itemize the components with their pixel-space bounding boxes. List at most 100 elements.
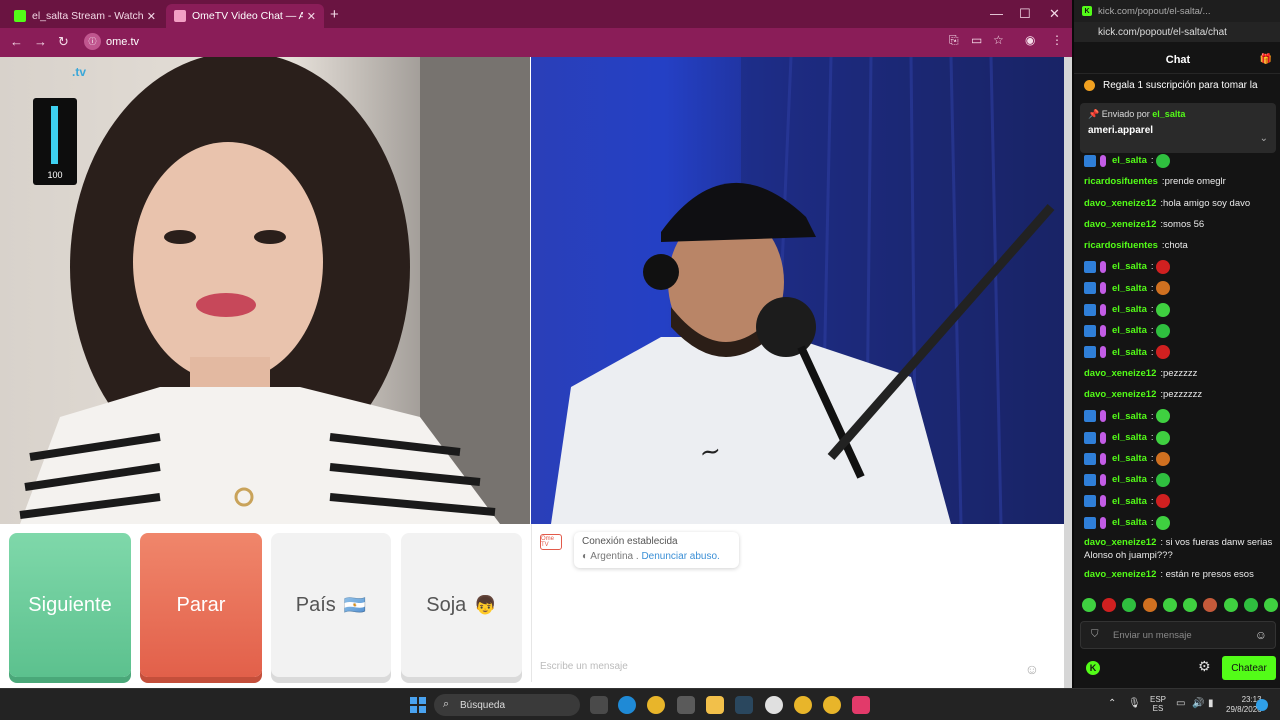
close-tab-icon[interactable]: ✕ xyxy=(307,10,316,23)
chat-separator: : xyxy=(1150,453,1154,465)
emote-icon[interactable] xyxy=(1162,598,1177,612)
send-chat-button[interactable]: Chatear xyxy=(1222,656,1276,680)
message-input[interactable]: Escribe un mensaje ☺ xyxy=(540,661,1045,679)
next-button[interactable]: Siguiente xyxy=(9,533,131,677)
chat-text: chota xyxy=(1164,240,1188,252)
keyboard-code: ES xyxy=(1152,704,1164,713)
gift-coin-icon xyxy=(1084,80,1095,91)
chat-username[interactable]: davo_xeneize12 xyxy=(1084,384,1156,405)
broadcaster-badge-icon xyxy=(1100,154,1106,167)
translate-icon[interactable]: ⎘ xyxy=(949,33,959,48)
chat-separator: : xyxy=(1150,155,1154,166)
file-explorer-icon[interactable] xyxy=(706,696,724,714)
emote-icon[interactable] xyxy=(1263,598,1278,612)
tiktok-icon[interactable] xyxy=(852,696,870,714)
tab-title: OmeTV Video Chat — Alter xyxy=(192,10,303,22)
chat-username[interactable]: el_salta xyxy=(1112,278,1147,299)
emote-icon[interactable] xyxy=(1082,598,1096,612)
forward-icon[interactable]: → xyxy=(34,34,47,49)
chrome-profile-icon[interactable] xyxy=(794,696,812,714)
close-tab-icon[interactable]: ✕ xyxy=(147,10,156,23)
minimize-icon[interactable]: — xyxy=(990,6,1003,21)
boy-face-icon: 👦 xyxy=(474,594,497,615)
chat-username[interactable]: el_salta xyxy=(1112,491,1147,512)
tray-chevron-icon[interactable]: ⌃ xyxy=(1108,698,1116,709)
input-language[interactable]: ESP ES xyxy=(1150,695,1166,713)
emoji-picker-icon[interactable]: ☺ xyxy=(1255,628,1267,642)
close-window-icon[interactable]: ✕ xyxy=(1049,6,1060,22)
chat-username[interactable]: davo_xeneize12 xyxy=(1084,569,1156,580)
gift-icon[interactable]: 🎁 xyxy=(1260,54,1272,65)
menu-kebab-icon[interactable]: ⋮ xyxy=(1051,33,1063,47)
chat-username[interactable]: el_salta xyxy=(1112,256,1147,277)
chat-username[interactable]: el_salta xyxy=(1112,427,1147,448)
stop-button[interactable]: Parar xyxy=(140,533,262,677)
tab-ometv[interactable]: OmeTV Video Chat — Alter ✕ xyxy=(166,4,324,28)
obs-icon[interactable] xyxy=(765,696,783,714)
chrome-icon[interactable] xyxy=(647,696,665,714)
chat-username[interactable]: davo_xeneize12 xyxy=(1084,363,1156,384)
gift-sub-banner[interactable]: Regala 1 suscripción para tomar la xyxy=(1084,80,1280,91)
emoji-icon[interactable]: ☺ xyxy=(1025,661,1039,677)
report-abuse-link[interactable]: Denunciar abuso. xyxy=(641,551,719,562)
store-icon[interactable] xyxy=(677,696,695,714)
emote-icon[interactable] xyxy=(1203,598,1218,612)
pinned-message[interactable]: 📌 Enviado por el_salta ameri.apparel ⌄ xyxy=(1080,103,1276,153)
emote-icon[interactable] xyxy=(1243,598,1258,612)
notification-icon[interactable] xyxy=(1256,699,1268,711)
language-code: ESP xyxy=(1150,695,1167,704)
ometv-badge-icon: Ome TV xyxy=(540,534,562,550)
chat-username[interactable]: el_salta xyxy=(1112,320,1147,341)
network-icon[interactable]: ▭ xyxy=(1176,698,1185,709)
country-filter-button[interactable]: País 🇦🇷 xyxy=(271,533,391,677)
address-bar[interactable]: ome.tv xyxy=(106,36,139,48)
taskbar-search[interactable]: ⌕ Búsqueda xyxy=(434,694,580,716)
profile-icon[interactable]: ◉ xyxy=(1025,33,1035,47)
kick-address-bar[interactable]: kick.com/popout/el-salta/chat xyxy=(1074,22,1280,42)
edge-icon[interactable] xyxy=(618,696,636,714)
volume-icon[interactable]: 🔊 xyxy=(1192,698,1204,709)
emote-icon[interactable] xyxy=(1102,598,1117,612)
chat-username[interactable]: davo_xeneize12 xyxy=(1084,214,1156,235)
bookmark-star-icon[interactable]: ☆ xyxy=(993,33,1004,47)
kick-logo-icon[interactable]: K xyxy=(1086,661,1100,675)
gender-filter-button[interactable]: Soja 👦 xyxy=(401,533,522,677)
emote-icon[interactable] xyxy=(1183,598,1198,612)
battery-icon[interactable]: ▮ xyxy=(1208,698,1214,709)
chat-username[interactable]: ricardosifuentes xyxy=(1084,171,1158,192)
gear-icon[interactable]: ⚙ xyxy=(1198,658,1211,675)
chat-username[interactable]: davo_xeneize12 xyxy=(1084,537,1156,548)
chat-username[interactable]: el_salta xyxy=(1112,512,1147,533)
emote-icon[interactable] xyxy=(1142,598,1157,612)
steam-icon[interactable] xyxy=(735,696,753,714)
chat-username[interactable]: davo_xeneize12 xyxy=(1084,193,1156,214)
browser-window: el_salta Stream - Watch Live on ✕ OmeTV … xyxy=(0,0,1072,688)
microphone-icon[interactable]: 🎙 xyxy=(1128,698,1141,709)
site-info-icon[interactable]: ⓘ xyxy=(84,33,101,50)
back-icon[interactable]: ← xyxy=(10,34,23,49)
pinned-sent-by-user[interactable]: el_salta xyxy=(1152,109,1185,119)
tab-kick-stream[interactable]: el_salta Stream - Watch Live on ✕ xyxy=(6,4,164,28)
task-view-icon[interactable] xyxy=(590,696,608,714)
reload-icon[interactable]: ↻ xyxy=(58,34,69,50)
chat-username[interactable]: el_salta xyxy=(1112,150,1147,171)
emote-icon[interactable] xyxy=(1223,598,1238,612)
cast-icon[interactable]: ▭ xyxy=(971,33,982,47)
chat-username[interactable]: el_salta xyxy=(1112,448,1147,469)
chat-username[interactable]: el_salta xyxy=(1112,406,1147,427)
pinned-sent-by-label: Enviado por xyxy=(1101,109,1150,119)
new-tab-icon[interactable]: + xyxy=(330,6,339,23)
chat-username[interactable]: el_salta xyxy=(1112,469,1147,490)
chat-username[interactable]: ricardosifuentes xyxy=(1084,235,1158,256)
page-scrollbar[interactable] xyxy=(1064,57,1072,688)
chat-username[interactable]: el_salta xyxy=(1112,342,1147,363)
chat-username[interactable]: el_salta xyxy=(1112,299,1147,320)
chrome-active-icon[interactable] xyxy=(823,696,841,714)
start-icon[interactable] xyxy=(410,697,426,713)
chat-send-input[interactable]: ⛉ Enviar un mensaje ☺ xyxy=(1080,621,1276,649)
broadcaster-badge-icon xyxy=(1100,431,1106,444)
chevron-down-icon[interactable]: ⌄ xyxy=(1260,133,1268,144)
chat-header: Chat 🎁 xyxy=(1074,46,1280,74)
emote-icon[interactable] xyxy=(1122,598,1137,612)
maximize-icon[interactable]: ☐ xyxy=(1019,6,1031,22)
